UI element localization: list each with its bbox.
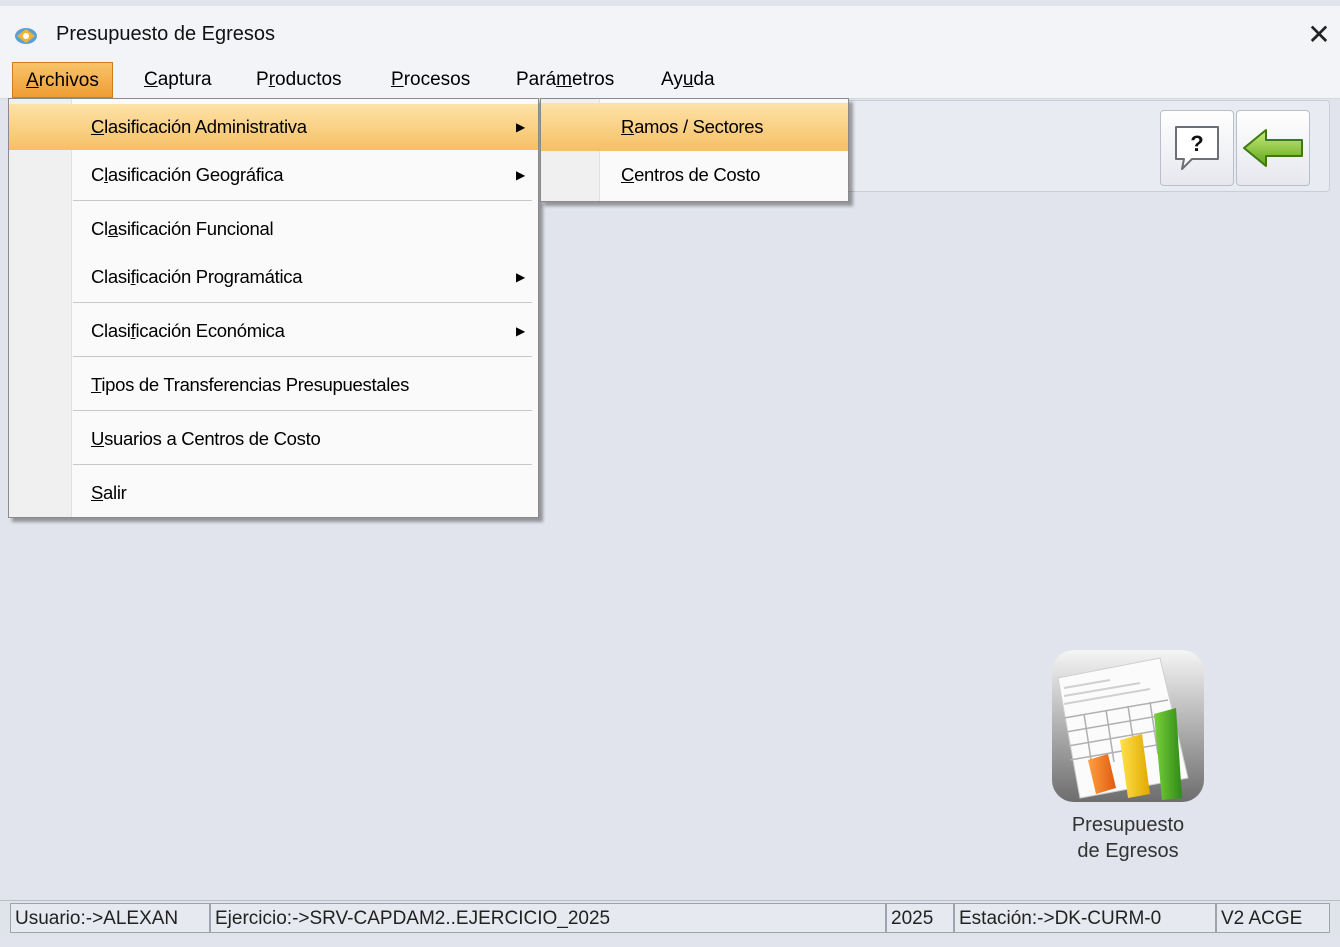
- menu-separator: [73, 464, 532, 465]
- menu-item-clasificacion-administrativa[interactable]: Clasificación Administrativa ▶: [9, 104, 538, 150]
- window-title: Presupuesto de Egresos: [56, 23, 276, 45]
- report-chart-icon: [1052, 650, 1204, 802]
- menu-captura[interactable]: Captura: [131, 62, 225, 98]
- menu-item-centros-costo[interactable]: Centros de Costo: [541, 151, 848, 199]
- submenu-arrow-icon: ▶: [516, 270, 526, 284]
- help-icon: ?: [1175, 126, 1219, 170]
- status-ejercicio: Ejercicio:->SRV-CAPDAM2..EJERCICIO_2025: [210, 903, 886, 933]
- menu-ayuda-mnemonic: u: [682, 69, 694, 90]
- menu-captura-label: aptura: [157, 69, 212, 90]
- menu-parametros-label: etros: [571, 69, 615, 90]
- menu-archivos-mnemonic: A: [26, 70, 39, 91]
- menu-item-clasificacion-economica[interactable]: Clasificación Económica ▶: [9, 308, 538, 354]
- status-year: 2025: [886, 903, 954, 933]
- app-icon-label-line1: Presupuesto: [1071, 814, 1185, 836]
- back-button[interactable]: [1236, 110, 1310, 186]
- svg-text:?: ?: [1190, 131, 1203, 156]
- menu-item-clasificacion-funcional[interactable]: Clasificación Funcional: [9, 206, 538, 252]
- menu-procesos-label: rocesos: [403, 69, 471, 90]
- menu-item-ramos-sectores[interactable]: Ramos / Sectores: [541, 103, 848, 151]
- menu-ayuda-label: da: [693, 69, 715, 90]
- app-icon-label-line2: de Egresos: [1077, 840, 1179, 862]
- menu-archivos[interactable]: Archivos: [12, 62, 113, 98]
- archivos-dropdown: Clasificación Administrativa ▶ Clasifica…: [8, 98, 539, 518]
- menu-separator: [73, 200, 532, 201]
- clasificacion-administrativa-submenu: Ramos / Sectores Centros de Costo: [540, 98, 849, 202]
- status-version: V2 ACGE: [1216, 903, 1330, 933]
- menu-item-clasificacion-programatica[interactable]: Clasificación Programática ▶: [9, 254, 538, 300]
- menu-productos-label: oductos: [275, 69, 342, 90]
- menu-parametros[interactable]: Parámetros: [503, 62, 627, 98]
- menu-captura-mnemonic: C: [144, 69, 158, 90]
- menu-parametros-prefix: Pará: [516, 69, 557, 90]
- status-bar: Usuario:->ALEXAN Ejercicio:->SRV-CAPDAM2…: [0, 900, 1340, 937]
- presupuesto-egresos-app-icon[interactable]: [1050, 648, 1206, 804]
- menu-separator: [73, 356, 532, 357]
- menu-item-tipos-transferencias[interactable]: Tipos de Transferencias Presupuestales: [9, 362, 538, 408]
- submenu-arrow-icon: ▶: [516, 120, 526, 134]
- title-bar: Presupuesto de Egresos ✕: [0, 6, 1340, 62]
- menu-item-salir[interactable]: Salir: [9, 470, 538, 516]
- menu-procesos-mnemonic: P: [391, 69, 404, 90]
- menu-bar: Archivos Captura Productos Procesos Pará…: [0, 62, 1340, 99]
- app-icon-label: Presupuesto de Egresos: [1020, 812, 1236, 864]
- app-logo-icon: [15, 28, 37, 44]
- menu-archivos-label: rchivos: [38, 70, 99, 91]
- close-icon: ✕: [1307, 18, 1331, 50]
- close-button[interactable]: ✕: [1298, 12, 1340, 56]
- status-estacion: Estación:->DK-CURM-0: [954, 903, 1216, 933]
- app-window: Presupuesto de Egresos ✕ Archivos Captur…: [0, 0, 1340, 947]
- menu-separator: [73, 410, 532, 411]
- menu-ayuda[interactable]: Ayuda: [648, 62, 728, 98]
- submenu-arrow-icon: ▶: [516, 168, 526, 182]
- status-usuario: Usuario:->ALEXAN: [10, 903, 210, 933]
- menu-productos-prefix: P: [256, 69, 269, 90]
- back-arrow-icon: [1243, 129, 1303, 167]
- help-button[interactable]: ?: [1160, 110, 1234, 186]
- menu-parametros-mnemonic: m: [556, 69, 572, 90]
- menu-item-clasificacion-geografica[interactable]: Clasificación Geográfica ▶: [9, 152, 538, 198]
- menu-item-usuarios-centros-costo[interactable]: Usuarios a Centros de Costo: [9, 416, 538, 462]
- menu-separator: [73, 302, 532, 303]
- menu-ayuda-prefix: Ay: [661, 69, 683, 90]
- submenu-arrow-icon: ▶: [516, 324, 526, 338]
- menu-procesos[interactable]: Procesos: [378, 62, 483, 98]
- menu-productos[interactable]: Productos: [243, 62, 355, 98]
